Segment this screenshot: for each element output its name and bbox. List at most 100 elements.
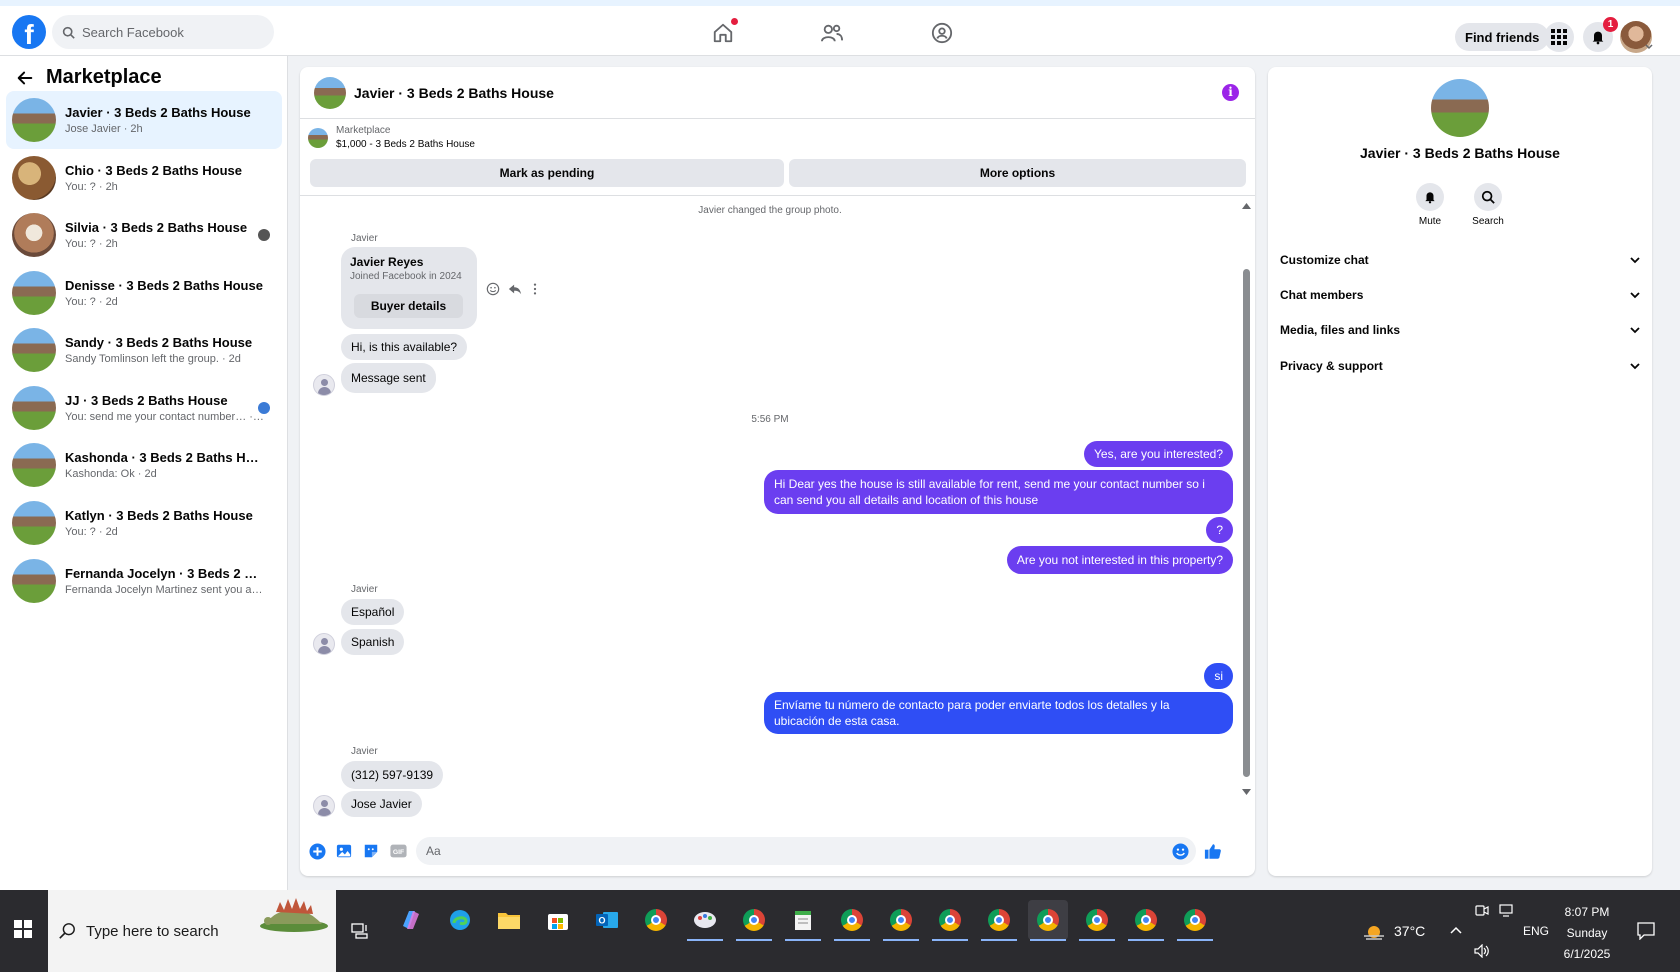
- chat-scrollbar[interactable]: [1240, 203, 1252, 795]
- mark-as-pending-button[interactable]: Mark as pending: [310, 159, 784, 187]
- weather-widget[interactable]: 37°C: [1362, 890, 1425, 972]
- reply-icon[interactable]: [508, 282, 522, 296]
- media-files-links-section[interactable]: Media, files and links: [1280, 316, 1640, 344]
- chat-members-section[interactable]: Chat members: [1280, 281, 1640, 309]
- incoming-message[interactable]: Message sent: [341, 363, 436, 393]
- facebook-search-box[interactable]: [52, 15, 274, 49]
- copilot-app-icon[interactable]: [391, 900, 431, 940]
- outgoing-message[interactable]: Envíame tu número de contacto para poder…: [764, 692, 1233, 734]
- paint-app-icon[interactable]: [685, 900, 725, 941]
- taskbar-search-box[interactable]: [48, 890, 336, 972]
- conversation-item-javier[interactable]: Javier · 3 Beds 2 Baths House Jose Javier…: [6, 91, 282, 149]
- incoming-message[interactable]: Español: [341, 599, 405, 625]
- apps-grid-icon: [1551, 29, 1567, 45]
- search-in-chat-button[interactable]: Search: [1468, 183, 1508, 227]
- more-options-button[interactable]: More options: [789, 159, 1246, 187]
- chrome-window-7[interactable]: [1126, 900, 1166, 941]
- system-clock[interactable]: 8:07 PM Sunday 6/1/2025: [1554, 902, 1620, 965]
- attach-photo-button[interactable]: [335, 842, 353, 860]
- conversation-item-denisse[interactable]: Denisse · 3 Beds 2 Baths House You: ? · 2…: [6, 264, 282, 322]
- outlook-app-icon[interactable]: O: [587, 900, 627, 940]
- friends-nav-button[interactable]: [819, 20, 845, 46]
- incoming-message[interactable]: (312) 597-9139: [341, 761, 444, 789]
- chat-title[interactable]: Javier · 3 Beds 2 Baths House: [354, 85, 554, 101]
- menu-button[interactable]: [1544, 22, 1574, 52]
- emoji-button[interactable]: [1171, 842, 1189, 860]
- listing-thumbnail: [12, 559, 56, 603]
- chat-group-photo-large[interactable]: [1431, 79, 1489, 137]
- chrome-app-icon[interactable]: [636, 900, 676, 940]
- network-icon[interactable]: [1498, 902, 1514, 918]
- conversation-item-fernanda[interactable]: Fernanda Jocelyn · 3 Beds 2 Baths ... Fer…: [6, 552, 282, 610]
- edge-app-icon[interactable]: [440, 900, 480, 940]
- notification-center-icon[interactable]: [1637, 922, 1655, 940]
- start-button[interactable]: [14, 920, 32, 941]
- scrollbar-thumb[interactable]: [1243, 269, 1250, 777]
- incoming-message[interactable]: Spanish: [341, 629, 405, 655]
- running-indicator: [687, 939, 723, 941]
- conversation-item-silvia[interactable]: Silvia · 3 Beds 2 Baths House You: ? · 2h: [6, 206, 282, 264]
- scroll-up-icon[interactable]: [1242, 203, 1251, 209]
- outgoing-message[interactable]: Yes, are you interested?: [1084, 441, 1233, 467]
- message-input[interactable]: [416, 837, 1196, 865]
- conversation-item-kashonda[interactable]: Kashonda · 3 Beds 2 Baths House Kashonda:…: [6, 436, 282, 494]
- home-nav-button[interactable]: [710, 18, 738, 46]
- info-icon[interactable]: i: [1222, 84, 1239, 101]
- chrome-window-2[interactable]: [881, 900, 921, 941]
- conversation-preview: Kashonda: Ok · 2d: [65, 468, 157, 480]
- conversation-item-katlyn[interactable]: Katlyn · 3 Beds 2 Baths House You: ? · 2d: [6, 494, 282, 552]
- conversation-item-sandy[interactable]: Sandy · 3 Beds 2 Baths House Sandy Tomlin…: [6, 321, 282, 379]
- conversation-item-jj[interactable]: JJ · 3 Beds 2 Baths House You: send me yo…: [6, 379, 282, 437]
- chrome-window-8[interactable]: [1175, 900, 1215, 941]
- back-arrow-icon[interactable]: [16, 69, 34, 87]
- listing-banner[interactable]: Marketplace $1,000 - 3 Beds 2 Baths Hous…: [308, 125, 475, 150]
- incoming-message[interactable]: Hi, is this available?: [341, 334, 468, 360]
- scroll-down-icon[interactable]: [1242, 789, 1251, 795]
- participant-avatar[interactable]: [313, 795, 335, 817]
- meet-now-icon[interactable]: [1474, 902, 1490, 918]
- task-view-button[interactable]: [340, 911, 380, 951]
- like-send-button[interactable]: [1204, 842, 1222, 860]
- sticker-button[interactable]: [362, 842, 380, 860]
- file-explorer-app-icon[interactable]: [489, 900, 529, 940]
- conversation-item-chio[interactable]: Chio · 3 Beds 2 Baths House You: ? · 2h: [6, 149, 282, 207]
- facebook-search-input[interactable]: [82, 24, 252, 40]
- outgoing-message[interactable]: si: [1204, 663, 1233, 689]
- react-icon[interactable]: [486, 282, 500, 296]
- facebook-logo-icon[interactable]: f: [12, 15, 46, 49]
- more-actions-button[interactable]: [308, 842, 326, 860]
- groups-nav-button[interactable]: [929, 20, 955, 46]
- participant-avatar[interactable]: [313, 374, 335, 396]
- chrome-window-6[interactable]: [1077, 900, 1117, 941]
- seen-avatar: [258, 402, 270, 414]
- chrome-profile-app-icon[interactable]: [734, 900, 774, 941]
- chrome-window-active[interactable]: [1028, 900, 1068, 941]
- chevron-down-icon[interactable]: [1645, 44, 1653, 50]
- more-vertical-icon[interactable]: [530, 282, 540, 296]
- taskbar-search-input[interactable]: [86, 922, 246, 940]
- section-label: Customize chat: [1280, 253, 1369, 267]
- privacy-support-section[interactable]: Privacy & support: [1280, 352, 1640, 380]
- microsoft-store-app-icon[interactable]: [538, 900, 578, 940]
- notepad-app-icon[interactable]: [783, 900, 823, 941]
- chevron-up-icon[interactable]: [1450, 926, 1462, 934]
- customize-chat-section[interactable]: Customize chat: [1280, 246, 1640, 274]
- chrome-window-4[interactable]: [979, 900, 1019, 941]
- language-indicator[interactable]: ENG: [1523, 890, 1549, 972]
- chrome-window-1[interactable]: [832, 900, 872, 941]
- outgoing-message[interactable]: Hi Dear yes the house is still available…: [764, 470, 1233, 514]
- chrome-window-3[interactable]: [930, 900, 970, 941]
- gif-button[interactable]: GIF: [389, 842, 407, 860]
- find-friends-button[interactable]: Find friends: [1455, 23, 1550, 51]
- incoming-message[interactable]: Jose Javier: [341, 791, 422, 817]
- mute-button[interactable]: Mute: [1410, 183, 1450, 227]
- buyer-details-button[interactable]: Buyer details: [354, 294, 463, 318]
- notifications-button[interactable]: 1: [1583, 17, 1618, 52]
- participant-avatar[interactable]: [313, 633, 335, 655]
- home-notification-dot: [731, 18, 738, 25]
- outgoing-message[interactable]: Are you not interested in this property?: [1006, 546, 1233, 574]
- chat-group-photo[interactable]: [314, 76, 346, 109]
- running-indicator: [981, 939, 1017, 941]
- outgoing-message[interactable]: ?: [1206, 517, 1233, 543]
- speaker-icon[interactable]: [1474, 944, 1490, 958]
